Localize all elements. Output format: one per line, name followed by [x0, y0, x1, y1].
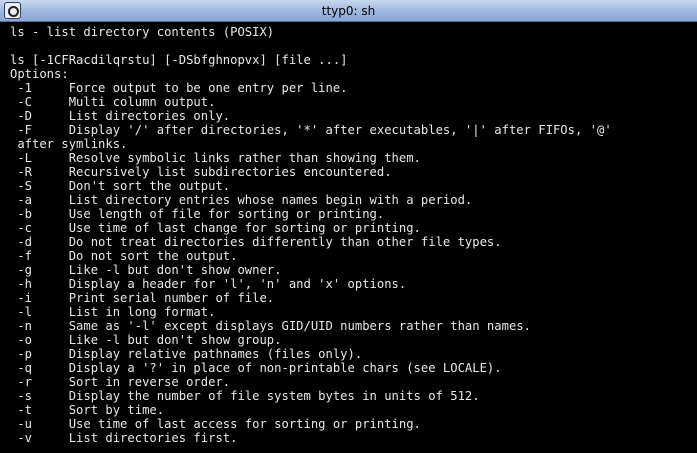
terminal-line: -S Don't sort the output. — [10, 179, 231, 193]
terminal-line: -L Resolve symbolic links rather than sh… — [10, 151, 421, 165]
terminal-line: -r Sort in reverse order. — [10, 375, 231, 389]
terminal-line: -h Display a header for 'l', 'n' and 'x'… — [10, 277, 407, 291]
terminal-line: -q Display a '?' in place of non-printab… — [10, 361, 502, 375]
terminal-output[interactable]: ls - list directory contents (POSIX) ls … — [0, 22, 697, 453]
terminal-line: -n Same as '-l' except displays GID/UID … — [10, 319, 531, 333]
terminal-line: -a List directory entries whose names be… — [10, 193, 473, 207]
terminal-line: after symlinks. — [10, 137, 128, 151]
terminal-line: -d Do not treat directories differently … — [10, 235, 502, 249]
terminal-line: -v List directories first. — [10, 431, 238, 445]
terminal-line: -C Multi column output. — [10, 95, 216, 109]
terminal-line: -p Display relative pathnames (files onl… — [10, 347, 363, 361]
terminal-line: ls - list directory contents (POSIX) — [10, 25, 275, 39]
terminal-line: -D List directories only. — [10, 109, 231, 123]
terminal-line: -o Like -l but don't show group. — [10, 333, 282, 347]
terminal-line: -c Use time of last change for sorting o… — [10, 221, 421, 235]
terminal-line: -1 Force output to be one entry per line… — [10, 81, 348, 95]
terminal-line: -u Use time of last access for sorting o… — [10, 417, 421, 431]
terminal-line: -g Like -l but don't show owner. — [10, 263, 282, 277]
terminal-line: -F Display '/' after directories, '*' af… — [10, 123, 612, 137]
terminal-line: -i Print serial number of file. — [10, 291, 275, 305]
terminal-window: ttyp0: sh ls - list directory contents (… — [0, 0, 697, 453]
window-title: ttyp0: sh — [321, 4, 376, 18]
terminal-line: -R Recursively list subdirectories encou… — [10, 165, 392, 179]
terminal-line: -t Sort by time. — [10, 403, 165, 417]
terminal-line: ls [-1CFRacdilqrstu] [-DSbfghnopvx] [fil… — [10, 53, 348, 67]
terminal-line: Options: — [10, 67, 69, 81]
terminal-line: -b Use length of file for sorting or pri… — [10, 207, 385, 221]
terminal-line: -s Display the number of file system byt… — [10, 389, 480, 403]
title-bar[interactable]: ttyp0: sh — [0, 0, 697, 22]
terminal-line: -l List in long format. — [10, 305, 216, 319]
terminal-line: -f Do not sort the output. — [10, 249, 238, 263]
